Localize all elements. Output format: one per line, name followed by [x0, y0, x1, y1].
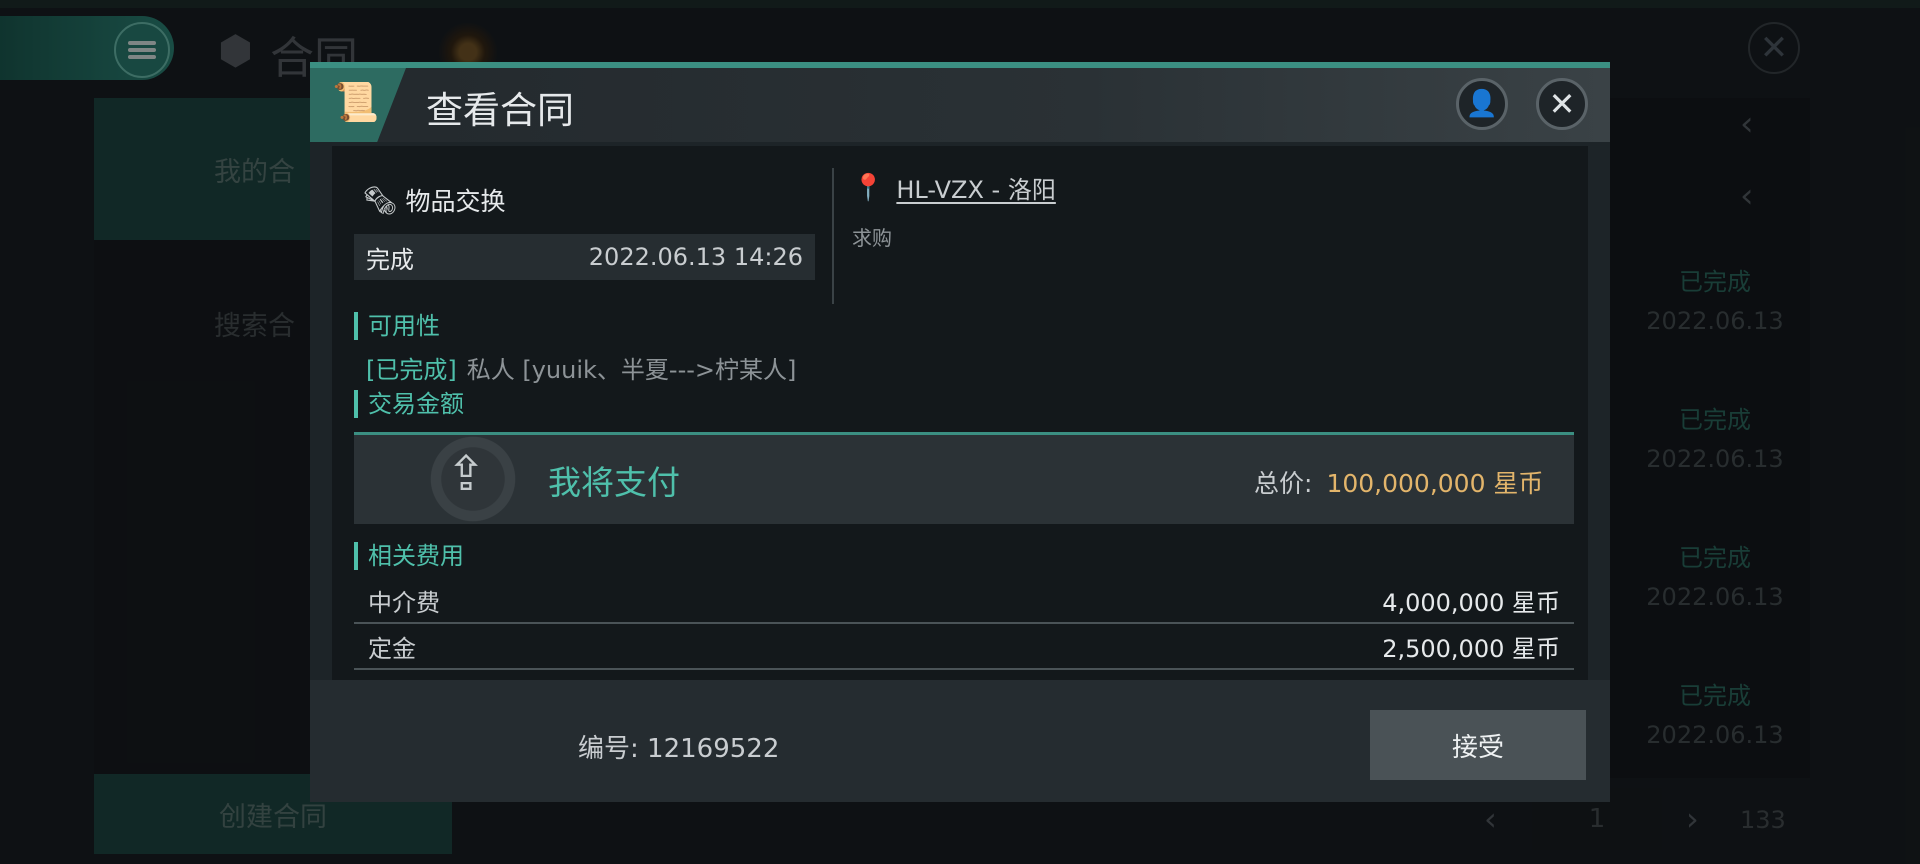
accept-button[interactable]: 接受	[1370, 710, 1586, 780]
fees-title: 相关费用	[354, 542, 464, 570]
close-button[interactable]: ✕	[1536, 78, 1588, 130]
status-label: 完成	[366, 245, 414, 274]
fee-value: 4,000,000 星币	[1382, 588, 1560, 617]
timestamp: 2022.06.13 14:26	[588, 243, 803, 271]
total-price: 总价: 100,000,000 星币	[1254, 464, 1543, 500]
person-button[interactable]: 👤	[1456, 78, 1508, 130]
location-text[interactable]: HL-VZX - 洛阳	[896, 170, 1055, 205]
location-pin-icon: 📍	[852, 172, 885, 203]
location-link[interactable]: 📍 HL-VZX - 洛阳	[852, 170, 1056, 205]
fee-value: 2,500,000 星币	[1382, 634, 1560, 663]
fee-row: 中介费 4,000,000 星币	[354, 578, 1574, 624]
status-row: 完成 2022.06.13 14:26	[354, 234, 815, 280]
trade-type-header: 🗞 物品交换	[362, 182, 506, 218]
trade-type: 物品交换	[405, 187, 506, 216]
person-icon: 👤	[1465, 89, 1499, 119]
total-label: 总价:	[1254, 469, 1313, 498]
close-icon: ✕	[1548, 85, 1576, 123]
contract-scroll-icon: 📜	[332, 80, 380, 124]
location-type: 求购	[852, 226, 892, 250]
availability-detail: 私人 [yuuik、半夏--->柠某人]	[466, 356, 797, 384]
contract-serial: 编号: 12169522	[578, 734, 780, 764]
payment-label: 我将支付	[548, 463, 680, 502]
fee-row: 定金 2,500,000 星币	[354, 624, 1574, 670]
modal-title: 查看合同	[426, 89, 574, 132]
amount-title: 交易金额	[354, 390, 464, 418]
upload-cart-icon: ⇪	[446, 446, 487, 502]
fee-label: 中介费	[368, 588, 440, 617]
fee-label: 定金	[368, 634, 416, 663]
modal-accent-bar	[310, 62, 1610, 68]
availability-text: [已完成] 私人 [yuuik、半夏--->柠某人]	[366, 350, 796, 385]
availability-title: 可用性	[354, 312, 440, 340]
trade-scroll-icon: 🗞	[362, 183, 398, 217]
availability-status: [已完成]	[366, 356, 457, 384]
divider	[832, 168, 834, 304]
total-amount: 100,000,000 星币	[1326, 469, 1544, 498]
